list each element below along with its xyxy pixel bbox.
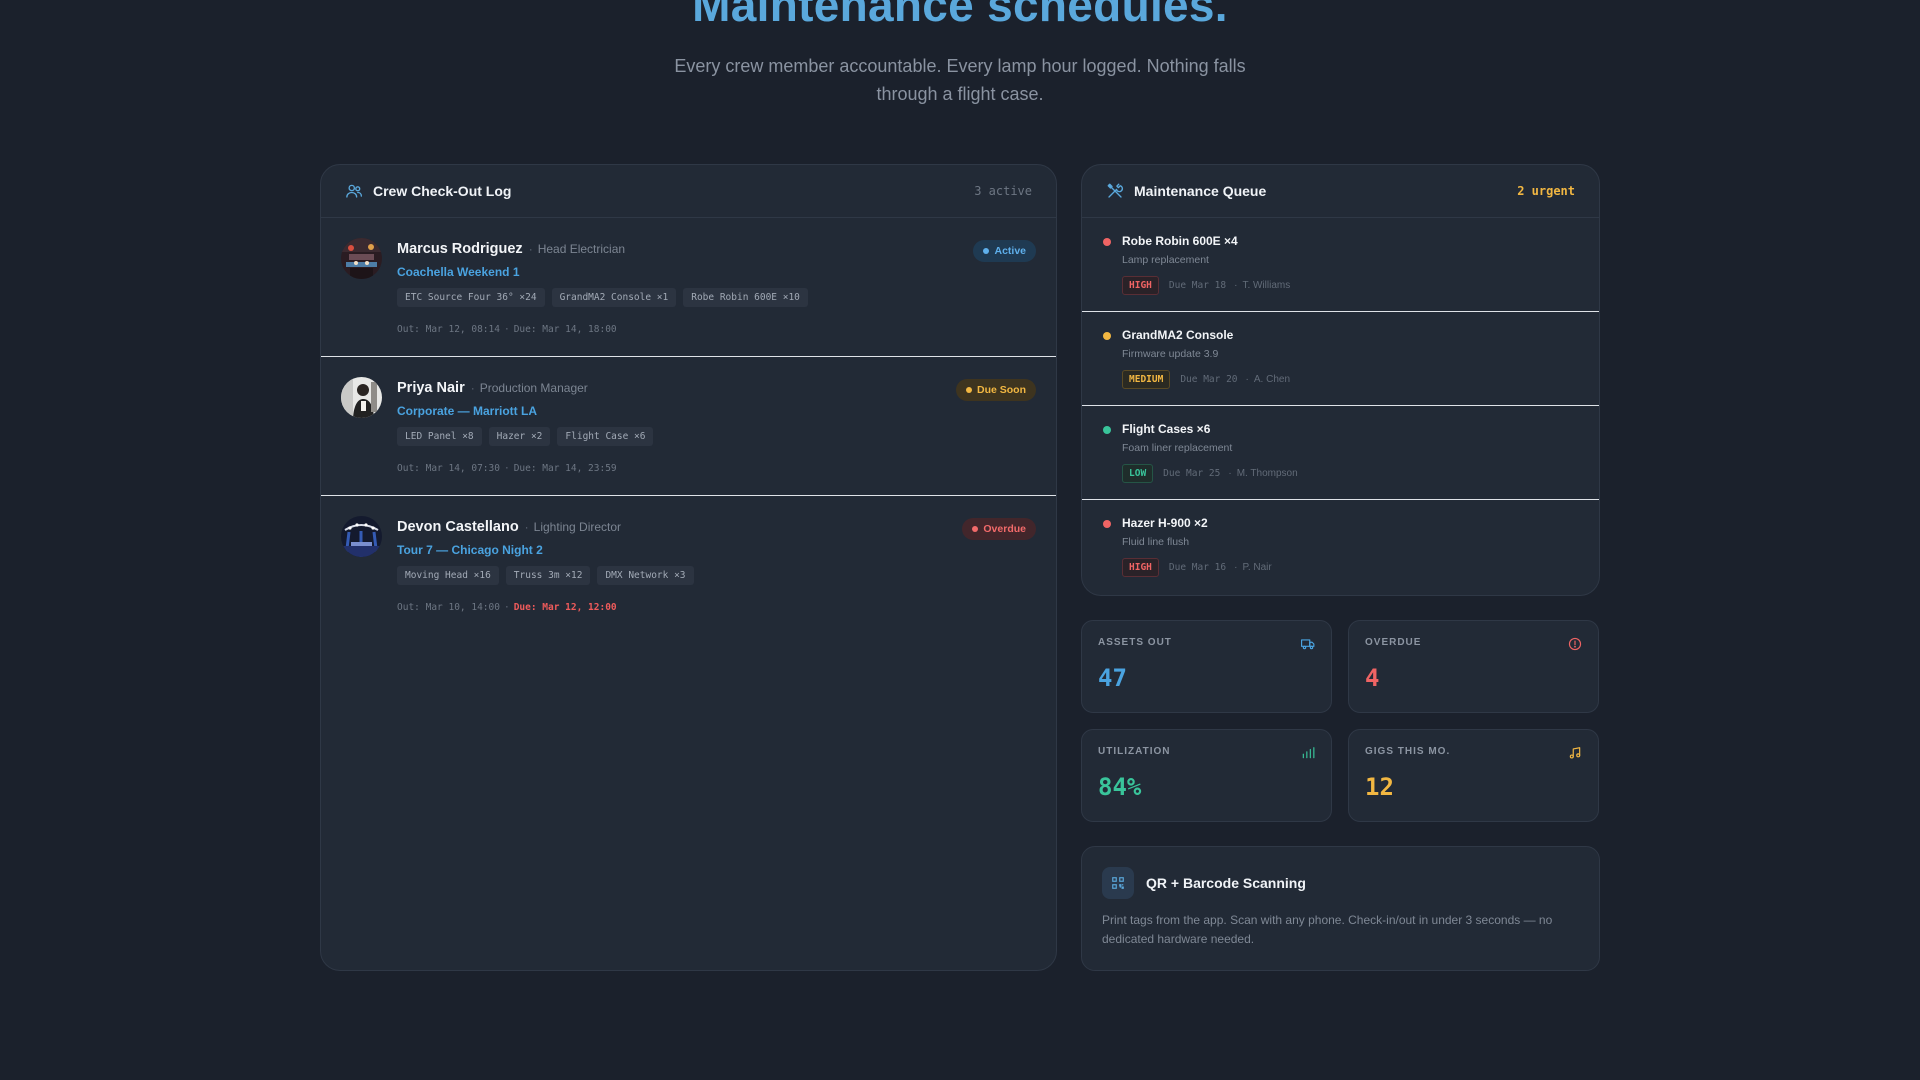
crew-name: Marcus Rodriguez xyxy=(397,241,523,257)
stat-card-overdue: OVERDUE 4 xyxy=(1348,620,1599,713)
checkout-out: Out: Mar 12, 08:14 xyxy=(397,324,500,335)
crew-entry[interactable]: Marcus Rodriguez Head Electrician Coache… xyxy=(321,218,1056,357)
queue-item-assignee: P. Nair xyxy=(1234,562,1271,573)
queue-item-assignee: T. Williams xyxy=(1234,280,1290,291)
urgent-count: 2 urgent xyxy=(1517,184,1575,198)
queue-item[interactable]: Flight Cases ×6 Foam liner replacement L… xyxy=(1082,406,1599,500)
queue-item-desc: Lamp replacement xyxy=(1122,254,1209,266)
crew-role: Production Manager xyxy=(471,381,588,395)
stat-label: GIGS THIS MO. xyxy=(1365,746,1451,757)
alert-circle-icon xyxy=(1568,637,1582,651)
equipment-tag: Flight Case ×6 xyxy=(557,427,654,446)
hero-title: Maintenance schedules. xyxy=(692,0,1228,31)
queue-item-due: Due Mar 18 xyxy=(1168,280,1227,291)
crew-entry[interactable]: Devon Castellano Lighting Director Tour … xyxy=(321,496,1056,635)
priority-dot xyxy=(1103,520,1111,528)
priority-badge: LOW xyxy=(1122,464,1154,483)
qr-card-title: QR + Barcode Scanning xyxy=(1146,875,1306,891)
crew-checkout-log-panel: Crew Check-Out Log 3 active Marcus Rodri… xyxy=(320,164,1057,971)
queue-item-title: Flight Cases ×6 xyxy=(1122,422,1211,436)
status-badge: Due Soon xyxy=(956,379,1036,401)
avatar xyxy=(341,377,382,418)
crew-event-link[interactable]: Coachella Weekend 1 xyxy=(397,265,1036,279)
status-badge: Overdue xyxy=(962,518,1036,540)
checkout-due: Due: Mar 14, 23:59 xyxy=(513,463,617,474)
checkout-due-overdue: Due: Mar 12, 12:00 xyxy=(513,602,617,613)
checkout-dates: Out: Mar 14, 07:30 · Due: Mar 14, 23:59 xyxy=(397,463,617,474)
queue-item[interactable]: Robe Robin 600E ×4 Lamp replacement HIGH… xyxy=(1082,218,1599,312)
crew-name: Priya Nair xyxy=(397,380,465,396)
checkout-dates: Out: Mar 10, 14:00 · Due: Mar 12, 12:00 xyxy=(397,602,617,613)
equipment-tag: DMX Network ×3 xyxy=(597,566,694,585)
equipment-tag: Robe Robin 600E ×10 xyxy=(683,288,808,307)
queue-item-title: GrandMA2 Console xyxy=(1122,328,1234,342)
queue-header: Maintenance Queue 2 urgent xyxy=(1082,165,1599,218)
equipment-tag: GrandMA2 Console ×1 xyxy=(551,288,677,307)
qr-code-icon xyxy=(1102,867,1134,899)
checkout-due: Due: Mar 14, 18:00 xyxy=(513,324,617,335)
queue-item-desc: Foam liner replacement xyxy=(1122,442,1233,454)
equipment-tags: LED Panel ×8 Hazer ×2 Flight Case ×6 xyxy=(397,427,1036,446)
music-note-icon xyxy=(1568,746,1582,760)
queue-item-title: Hazer H-900 ×2 xyxy=(1122,516,1208,530)
queue-item-due: Due Mar 25 xyxy=(1163,468,1221,479)
queue-item-due: Due Mar 16 xyxy=(1168,562,1227,573)
stat-card-assets-out: ASSETS OUT 47 xyxy=(1081,620,1332,713)
equipment-tag: ETC Source Four 36° ×24 xyxy=(397,288,545,307)
equipment-tags: Moving Head ×16 Truss 3m ×12 DMX Network… xyxy=(397,566,1036,585)
priority-badge: MEDIUM xyxy=(1122,370,1171,389)
priority-badge: HIGH xyxy=(1122,558,1159,577)
equipment-tag: LED Panel ×8 xyxy=(397,427,482,446)
crew-log-header: Crew Check-Out Log 3 active xyxy=(321,165,1056,218)
truck-icon xyxy=(1301,637,1315,651)
maintenance-queue-panel: Maintenance Queue 2 urgent Robe Robin 60… xyxy=(1081,164,1600,596)
stat-value: 84% xyxy=(1098,773,1142,801)
crew-active-count: 3 active xyxy=(974,184,1032,198)
queue-item-assignee: M. Thompson xyxy=(1228,468,1298,479)
equipment-tag: Truss 3m ×12 xyxy=(505,566,591,585)
stat-value: 12 xyxy=(1365,773,1394,801)
priority-dot xyxy=(1103,332,1111,340)
qr-card-text: Print tags from the app. Scan with any p… xyxy=(1102,913,1553,946)
avatar xyxy=(341,516,382,557)
equipment-tag: Hazer ×2 xyxy=(488,427,551,446)
queue-item-desc: Firmware update 3.9 xyxy=(1122,348,1219,360)
checkout-dates: Out: Mar 12, 08:14 · Due: Mar 14, 18:00 xyxy=(397,324,617,335)
queue-title: Maintenance Queue xyxy=(1134,183,1267,199)
crew-role: Head Electrician xyxy=(529,242,625,256)
queue-item-desc: Fluid line flush xyxy=(1122,536,1190,548)
crew-name: Devon Castellano xyxy=(397,519,519,535)
stat-card-gigs: GIGS THIS MO. 12 xyxy=(1348,729,1599,822)
stat-label: ASSETS OUT xyxy=(1098,637,1172,648)
crew-event-link[interactable]: Tour 7 — Chicago Night 2 xyxy=(397,543,1036,557)
priority-dot xyxy=(1103,238,1111,246)
queue-item-title: Robe Robin 600E ×4 xyxy=(1122,234,1238,248)
status-badge: Active xyxy=(973,240,1036,262)
priority-dot xyxy=(1103,426,1111,434)
crew-role: Lighting Director xyxy=(525,520,621,534)
stat-label: UTILIZATION xyxy=(1098,746,1171,757)
crew-entry[interactable]: Priya Nair Production Manager Corporate … xyxy=(321,357,1056,496)
hero-subtitle: Every crew member accountable. Every lam… xyxy=(674,56,1246,104)
tools-icon xyxy=(1106,182,1124,200)
crew-event-link[interactable]: Corporate — Marriott LA xyxy=(397,404,1036,418)
stat-value: 4 xyxy=(1365,664,1380,692)
avatar xyxy=(341,238,382,279)
qr-scanning-card: QR + Barcode Scanning Print tags from th… xyxy=(1081,846,1600,971)
bar-chart-icon xyxy=(1301,746,1315,760)
queue-item[interactable]: GrandMA2 Console Firmware update 3.9 MED… xyxy=(1082,312,1599,406)
checkout-out: Out: Mar 14, 07:30 xyxy=(397,463,500,474)
stat-value: 47 xyxy=(1098,664,1127,692)
stat-label: OVERDUE xyxy=(1365,637,1422,648)
users-icon xyxy=(345,182,363,200)
equipment-tags: ETC Source Four 36° ×24 GrandMA2 Console… xyxy=(397,288,1036,307)
checkout-out: Out: Mar 10, 14:00 xyxy=(397,602,500,613)
equipment-tag: Moving Head ×16 xyxy=(397,566,499,585)
queue-item-assignee: A. Chen xyxy=(1246,374,1290,385)
stat-card-utilization: UTILIZATION 84% xyxy=(1081,729,1332,822)
crew-log-title: Crew Check-Out Log xyxy=(373,183,512,199)
priority-badge: HIGH xyxy=(1122,276,1159,295)
queue-item[interactable]: Hazer H-900 ×2 Fluid line flush HIGH Due… xyxy=(1082,500,1599,594)
queue-item-due: Due Mar 20 xyxy=(1180,374,1238,385)
